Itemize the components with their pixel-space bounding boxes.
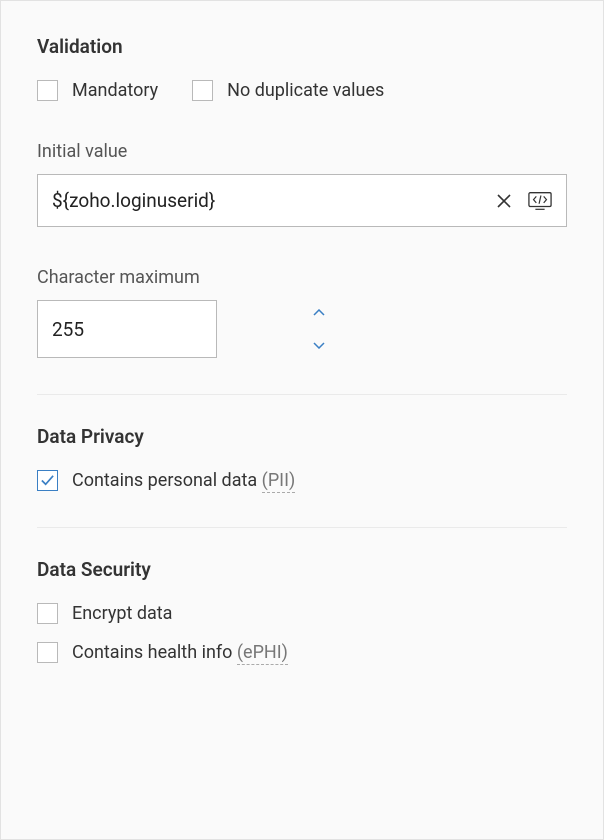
pii-checkbox[interactable]: [37, 470, 58, 491]
clear-icon[interactable]: [492, 189, 516, 213]
validation-options-row: Mandatory No duplicate values: [37, 80, 567, 101]
divider: [37, 394, 567, 395]
initial-value-input[interactable]: [52, 189, 480, 212]
no-duplicate-checkbox[interactable]: [192, 80, 213, 101]
mandatory-checkbox[interactable]: [37, 80, 58, 101]
data-security-title: Data Security: [37, 558, 567, 581]
divider: [37, 527, 567, 528]
data-privacy-section: Data Privacy Contains personal data (PII…: [37, 425, 567, 491]
pii-option: Contains personal data (PII): [37, 470, 567, 491]
stepper-up-icon[interactable]: [311, 307, 327, 319]
char-max-field: [37, 300, 217, 358]
char-max-label: Character maximum: [37, 267, 567, 288]
pii-abbr: (PII): [262, 470, 296, 493]
field-properties-panel: Validation Mandatory No duplicate values…: [0, 0, 604, 840]
mandatory-label: Mandatory: [72, 80, 158, 101]
pii-label-text: Contains personal data: [72, 470, 262, 491]
char-max-stepper: [311, 301, 335, 357]
initial-value-label: Initial value: [37, 141, 567, 162]
check-icon: [40, 473, 55, 488]
encrypt-option: Encrypt data: [37, 603, 567, 624]
ephi-option: Contains health info (ePHI): [37, 642, 567, 663]
pii-label: Contains personal data (PII): [72, 470, 295, 491]
encrypt-label: Encrypt data: [72, 603, 172, 624]
ephi-checkbox[interactable]: [37, 642, 58, 663]
no-duplicate-label: No duplicate values: [227, 80, 384, 101]
no-duplicate-option: No duplicate values: [192, 80, 384, 101]
ephi-label: Contains health info (ePHI): [72, 642, 288, 663]
mandatory-option: Mandatory: [37, 80, 158, 101]
ephi-abbr: (ePHI): [237, 642, 288, 665]
stepper-down-icon[interactable]: [311, 339, 327, 351]
char-max-input[interactable]: [38, 301, 311, 357]
data-security-section: Data Security Encrypt data Contains heal…: [37, 558, 567, 663]
expression-editor-icon[interactable]: [528, 189, 552, 213]
validation-section: Validation Mandatory No duplicate values: [37, 35, 567, 101]
encrypt-checkbox[interactable]: [37, 603, 58, 624]
data-privacy-title: Data Privacy: [37, 425, 567, 448]
ephi-label-text: Contains health info: [72, 642, 237, 663]
validation-title: Validation: [37, 35, 567, 58]
initial-value-field: [37, 174, 567, 227]
